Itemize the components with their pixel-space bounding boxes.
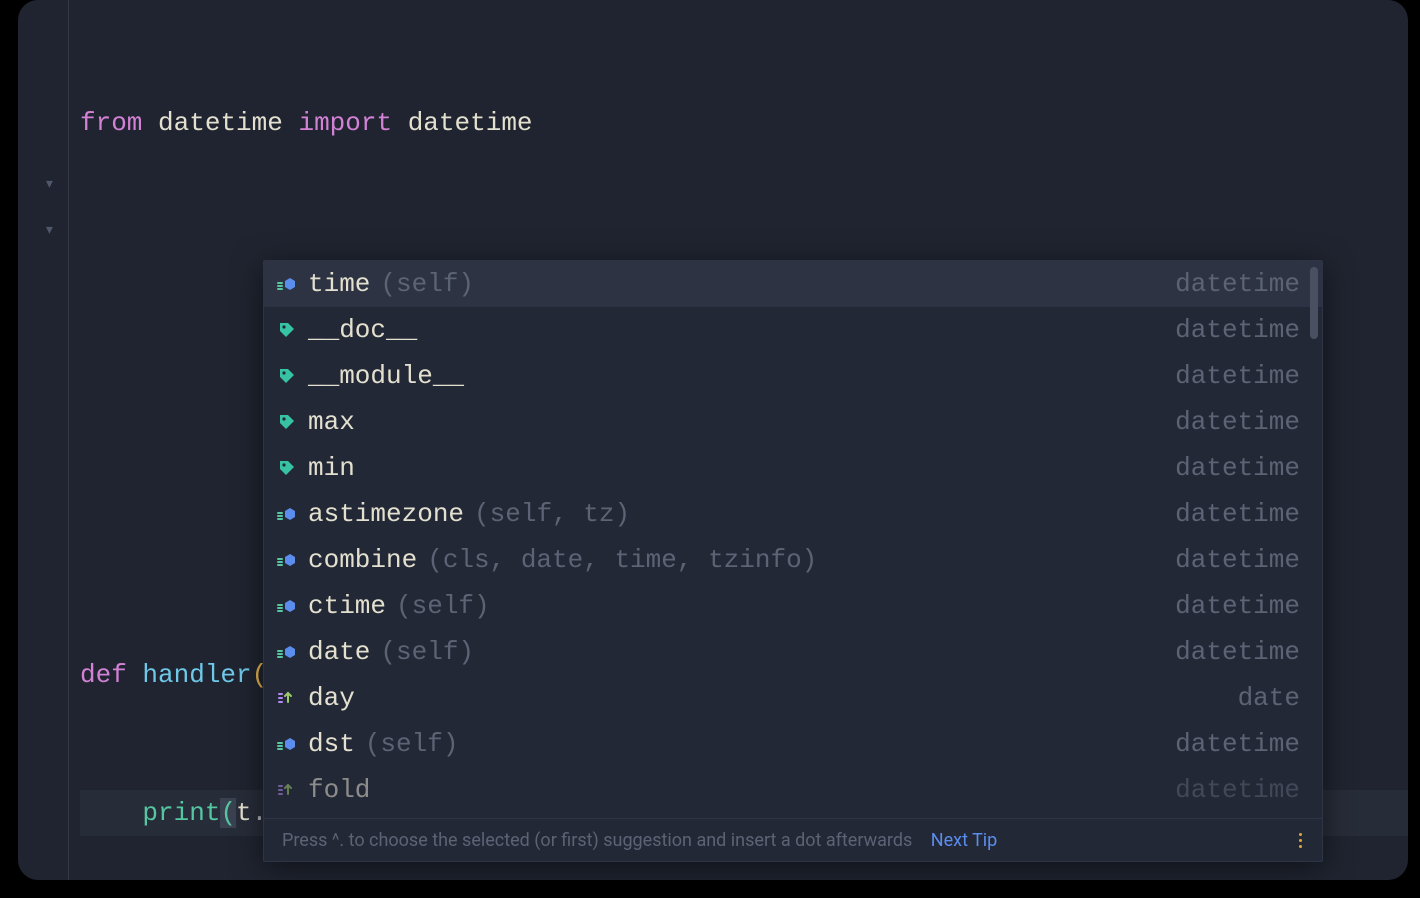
method-icon [276,503,298,525]
method-icon [276,549,298,571]
completion-name: ctime [308,591,386,621]
autocomplete-item[interactable]: ctime (self) datetime [264,583,1322,629]
completion-name: time [308,269,370,299]
completion-name: combine [308,545,417,575]
hint-text: Press ^. to choose the selected (or firs… [282,830,912,851]
gutter: ▾ ▾ [18,0,78,880]
autocomplete-item[interactable]: time (self) datetime [264,261,1322,307]
completion-name: max [308,407,355,437]
completion-signature: (self, tz) [474,499,630,529]
autocomplete-item[interactable]: max datetime [264,399,1322,445]
completion-origin: datetime [1175,637,1300,667]
completion-signature: (self) [380,269,474,299]
autocomplete-list[interactable]: time(self)datetime__doc__datetime__modul… [264,261,1322,818]
property-icon [276,365,298,387]
autocomplete-item[interactable]: __doc__ datetime [264,307,1322,353]
autocomplete-popup[interactable]: time(self)datetime__doc__datetime__modul… [263,260,1323,862]
completion-origin: datetime [1175,407,1300,437]
autocomplete-item[interactable]: combine (cls, date, time, tzinfo) datetime [264,537,1322,583]
autocomplete-item[interactable]: min datetime [264,445,1322,491]
completion-name: date [308,637,370,667]
module-name: datetime [408,108,533,138]
completion-name: __doc__ [308,315,417,345]
autocomplete-item[interactable]: __module__ datetime [264,353,1322,399]
completion-name: min [308,453,355,483]
completion-signature: (cls, date, time, tzinfo) [427,545,817,575]
paren-open: ( [220,798,236,828]
autocomplete-footer: Press ^. to choose the selected (or firs… [264,818,1322,861]
property-icon [276,411,298,433]
method-icon [276,733,298,755]
code-line[interactable]: from datetime import datetime [80,100,1408,146]
code-editor[interactable]: ▾ ▾ from datetime import datetime def ha… [18,0,1408,880]
completion-name: astimezone [308,499,464,529]
completion-name: fold [308,775,370,805]
autocomplete-item[interactable]: fold datetime [264,767,1322,813]
call-name: print [142,798,220,828]
completion-name: day [308,683,355,713]
completion-origin: datetime [1175,775,1300,805]
autocomplete-item[interactable]: date (self) datetime [264,629,1322,675]
completion-origin: datetime [1175,361,1300,391]
property-icon [276,457,298,479]
completion-origin: datetime [1175,499,1300,529]
method-icon [276,641,298,663]
autocomplete-item[interactable]: astimezone (self, tz) datetime [264,491,1322,537]
completion-signature: (self) [365,729,459,759]
fold-marker-icon[interactable]: ▾ [44,222,55,240]
completion-signature: (self) [396,591,490,621]
field-icon [276,779,298,801]
keyword-def: def [80,660,127,690]
next-tip-link[interactable]: Next Tip [931,830,998,851]
completion-name: dst [308,729,355,759]
completion-origin: datetime [1175,545,1300,575]
completion-signature: (self) [380,637,474,667]
keyword-import: import [298,108,392,138]
fold-marker-icon[interactable]: ▾ [44,176,55,194]
scrollbar-thumb[interactable] [1310,267,1318,339]
module-name: datetime [158,108,283,138]
more-options-icon[interactable] [1292,833,1308,848]
completion-origin: date [1238,683,1300,713]
completion-origin: datetime [1175,591,1300,621]
method-icon [276,595,298,617]
completion-origin: datetime [1175,269,1300,299]
completion-origin: datetime [1175,315,1300,345]
indent [80,798,142,828]
field-icon [276,687,298,709]
function-name: handler [142,660,251,690]
autocomplete-item[interactable]: dst (self) datetime [264,721,1322,767]
editor-frame: ▾ ▾ from datetime import datetime def ha… [18,0,1408,880]
autocomplete-item[interactable]: day date [264,675,1322,721]
completion-name: __module__ [308,361,464,391]
completion-origin: datetime [1175,729,1300,759]
keyword-from: from [80,108,142,138]
property-icon [276,319,298,341]
variable: t [236,798,252,828]
method-icon [276,273,298,295]
completion-origin: datetime [1175,453,1300,483]
